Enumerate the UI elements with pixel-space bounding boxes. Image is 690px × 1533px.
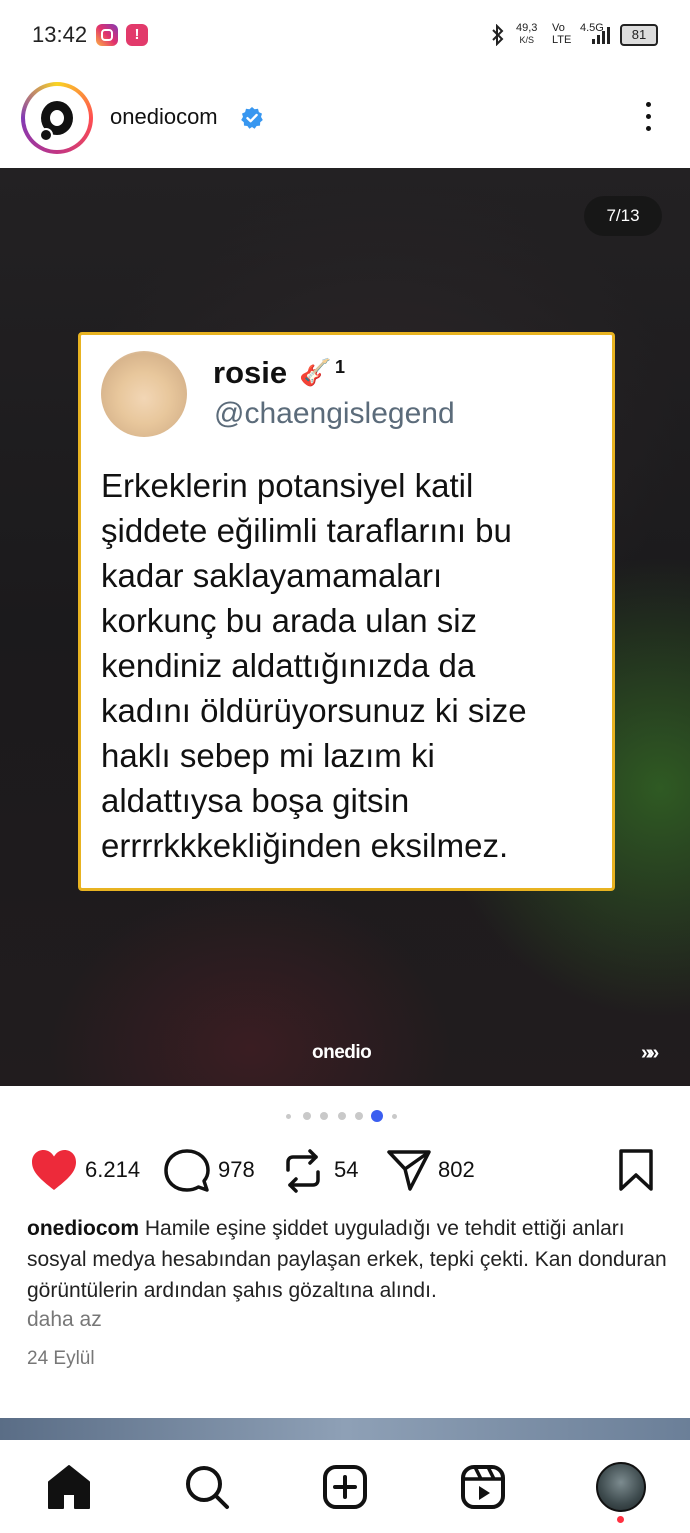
caption-username[interactable]: onediocom <box>27 1217 139 1240</box>
bluetooth-icon <box>492 24 504 46</box>
tweet-name: rosie <box>213 355 288 390</box>
profile-avatar[interactable] <box>21 82 93 154</box>
post-date: 24 Eylül <box>27 1348 95 1369</box>
more-options-icon[interactable] <box>636 102 660 136</box>
share-count[interactable]: 802 <box>438 1157 475 1183</box>
instagram-notification-icon <box>96 24 118 46</box>
action-bar: 6.214 978 54 802 <box>0 1140 690 1200</box>
tweet-text: Erkeklerin potansiyel katil şiddete eğil… <box>101 463 601 868</box>
guitar-emoji: 🎸 <box>299 357 332 387</box>
notification-dot <box>617 1516 624 1523</box>
tweet-line: errrrkkkekliğinden eksilmez. <box>101 827 509 864</box>
slide-counter: 7/13 <box>584 196 662 236</box>
next-post-preview[interactable] <box>0 1418 690 1442</box>
onedio-watermark: onedio <box>312 1042 372 1063</box>
home-icon[interactable] <box>46 1464 92 1510</box>
tweet-line: kendiniz aldattığınızda da <box>101 647 476 684</box>
reels-icon[interactable] <box>460 1464 506 1510</box>
verified-badge-icon <box>241 107 263 129</box>
search-icon[interactable] <box>184 1464 230 1510</box>
like-count[interactable]: 6.214 <box>85 1157 140 1183</box>
tweet-line: haklı sebep mi lazım ki <box>101 737 435 774</box>
profile-tab-avatar[interactable] <box>596 1462 646 1512</box>
repost-count[interactable]: 54 <box>334 1157 358 1183</box>
post-username[interactable]: onediocom <box>110 104 218 130</box>
heart-icon[interactable] <box>30 1148 78 1192</box>
bookmark-icon[interactable] <box>616 1148 656 1192</box>
tweet-line: şiddete eğilimli taraflarını bu <box>101 512 512 549</box>
comment-count[interactable]: 978 <box>218 1157 255 1183</box>
bottom-nav <box>0 1440 690 1533</box>
repost-icon[interactable] <box>283 1148 323 1194</box>
tweet-handle: @chaengislegend <box>214 397 455 430</box>
tweet-name-superscript: 1 <box>335 357 346 377</box>
battery-icon: 81 <box>620 24 658 46</box>
share-icon[interactable] <box>386 1148 432 1194</box>
tweet-line: aldattıysa boşa gitsin <box>101 782 410 819</box>
post-header: onediocom <box>0 70 690 168</box>
tweet-line: korkunç bu arada ulan siz <box>101 602 478 639</box>
tweet-line: kadını öldürüyorsunuz ki size <box>101 692 527 729</box>
active-dot <box>371 1110 383 1122</box>
volte-indicator: Vo LTE <box>552 22 572 46</box>
comment-icon[interactable] <box>164 1148 210 1194</box>
post-caption: onediocom Hamile eşine şiddet uyguladığı… <box>27 1213 667 1306</box>
post-media[interactable]: 7/13 rosie 🎸 1 @chaengislegend Erkekleri… <box>0 168 690 1086</box>
tweet-avatar <box>101 351 187 437</box>
tweet-line: kadar saklayamamaları <box>101 557 443 594</box>
show-less-link[interactable]: daha az <box>27 1308 102 1332</box>
tweet-line: Erkeklerin potansiyel katil <box>101 467 474 504</box>
tweet-card: rosie 🎸 1 @chaengislegend Erkeklerin pot… <box>78 332 615 891</box>
status-bar: 13:42 ! 49,3 K/S Vo LTE 4.5G 81 <box>0 0 690 70</box>
signal-icon <box>592 26 614 44</box>
network-speed: 49,3 K/S <box>516 22 538 45</box>
create-icon[interactable] <box>322 1464 368 1510</box>
app-notification-icon: ! <box>126 24 148 46</box>
status-time: 13:42 <box>32 22 88 47</box>
next-slide-arrows-icon: »» <box>641 1042 659 1064</box>
